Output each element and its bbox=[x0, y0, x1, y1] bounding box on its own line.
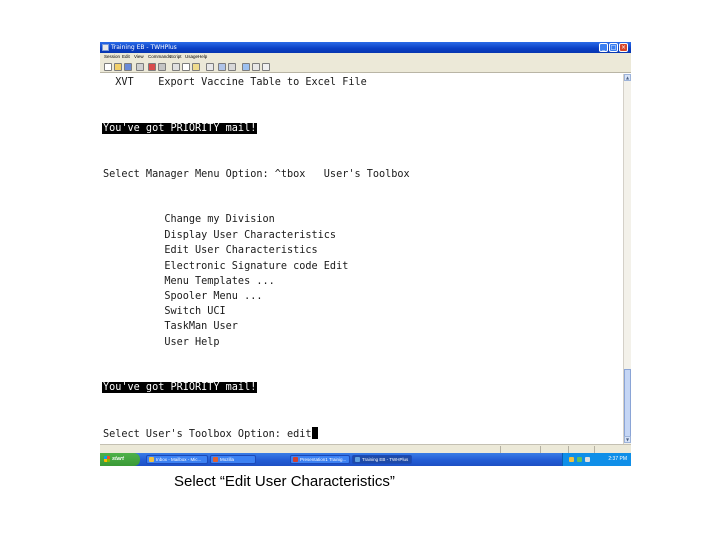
start-label: start bbox=[112, 456, 124, 462]
menu-option-electronic-signature[interactable]: Electronic Signature code Edit bbox=[103, 260, 348, 273]
menu-usage[interactable]: Usage bbox=[185, 53, 198, 61]
menu-option-taskman-user[interactable]: TaskMan User bbox=[103, 320, 238, 333]
menu-option-edit-user-characteristics[interactable]: Edit User Characteristics bbox=[103, 244, 317, 257]
settings-icon[interactable] bbox=[218, 63, 226, 71]
menu-script[interactable]: Script bbox=[170, 53, 182, 61]
security-icon[interactable] bbox=[577, 457, 582, 462]
save-icon[interactable] bbox=[124, 63, 132, 71]
mail-icon bbox=[149, 457, 154, 462]
scroll-down-arrow-icon[interactable]: ▼ bbox=[624, 436, 631, 443]
priority-mail-notice: You've got PRIORITY mail! bbox=[102, 123, 258, 134]
task-label: Training EB - TWHPlus bbox=[362, 457, 409, 462]
windows-logo-icon bbox=[104, 456, 110, 462]
window-title: Training EB - TWHPlus bbox=[111, 44, 177, 51]
menu-view[interactable]: View bbox=[134, 53, 144, 61]
toolbar bbox=[100, 61, 631, 73]
menu-option-display-user-characteristics[interactable]: Display User Characteristics bbox=[103, 229, 336, 242]
terminal-icon bbox=[355, 457, 360, 462]
status-bar bbox=[100, 444, 631, 453]
taskbar-item-terminal[interactable]: Training EB - TWHPlus bbox=[352, 455, 412, 464]
copy-icon[interactable] bbox=[182, 63, 190, 71]
paste-icon[interactable] bbox=[192, 63, 200, 71]
about-icon[interactable] bbox=[252, 63, 260, 71]
network-icon[interactable] bbox=[569, 457, 574, 462]
task-label: Mozilla bbox=[220, 457, 235, 462]
keyboard-icon[interactable] bbox=[228, 63, 236, 71]
taskbar: start Inbox - Mailbox - Mic... Mozilla P… bbox=[100, 453, 631, 466]
menu-session[interactable]: Session bbox=[104, 53, 120, 61]
terminal-line-highlight: You've got PRIORITY mail! bbox=[102, 122, 258, 135]
new-icon[interactable] bbox=[104, 63, 112, 71]
menu-edit[interactable]: Edit bbox=[122, 53, 130, 61]
context-help-icon[interactable] bbox=[262, 63, 270, 71]
menu-option-spooler-menu[interactable]: Spooler Menu ... bbox=[103, 290, 262, 303]
clock[interactable]: 2:37 PM bbox=[608, 453, 627, 466]
menu-help[interactable]: Help bbox=[198, 53, 207, 61]
command-prompt-line[interactable]: Select User's Toolbox Option: edit bbox=[103, 427, 318, 441]
status-cell bbox=[540, 446, 568, 453]
scroll-up-arrow-icon[interactable]: ▲ bbox=[624, 74, 631, 81]
find-icon[interactable] bbox=[206, 63, 214, 71]
terminal-window: Training EB - TWHPlus _ □ × Session Edit… bbox=[100, 42, 631, 466]
status-cell bbox=[594, 446, 622, 453]
help-icon[interactable] bbox=[242, 63, 250, 71]
open-icon[interactable] bbox=[114, 63, 122, 71]
menu-commands[interactable]: Commands bbox=[148, 53, 171, 61]
menu-option-change-division[interactable]: Change my Division bbox=[103, 213, 274, 226]
maximize-button[interactable]: □ bbox=[609, 43, 618, 52]
terminal-line-highlight: You've got PRIORITY mail! bbox=[102, 381, 258, 394]
powerpoint-icon bbox=[293, 457, 298, 462]
menu-option-menu-templates[interactable]: Menu Templates ... bbox=[103, 275, 274, 288]
taskbar-item-inbox[interactable]: Inbox - Mailbox - Mic... bbox=[146, 455, 208, 464]
terminal-screen[interactable]: XVT Export Vaccine Table to Excel File Y… bbox=[100, 74, 623, 453]
slide-caption: Select “Edit User Characteristics” bbox=[174, 473, 395, 490]
text-cursor bbox=[311, 427, 318, 439]
scroll-thumb[interactable] bbox=[624, 369, 631, 443]
menu-bar: Session Edit View Commands Script Usage … bbox=[100, 53, 631, 61]
cut-icon[interactable] bbox=[172, 63, 180, 71]
volume-icon[interactable] bbox=[585, 457, 590, 462]
connect-icon[interactable] bbox=[148, 63, 156, 71]
app-icon[interactable] bbox=[102, 44, 109, 51]
status-cell bbox=[568, 446, 594, 453]
system-tray: 2:37 PM bbox=[562, 453, 631, 466]
title-bar[interactable]: Training EB - TWHPlus _ □ × bbox=[100, 42, 631, 53]
command-prompt-text: Select User's Toolbox Option: edit bbox=[103, 429, 312, 440]
minimize-button[interactable]: _ bbox=[599, 43, 608, 52]
terminal-line: Select Manager Menu Option: ^tbox User's… bbox=[103, 169, 410, 180]
close-button[interactable]: × bbox=[619, 43, 628, 52]
vertical-scrollbar[interactable]: ▲ ▼ bbox=[623, 74, 631, 453]
taskbar-item-mozilla[interactable]: Mozilla bbox=[210, 455, 256, 464]
terminal-line: XVT Export Vaccine Table to Excel File bbox=[103, 77, 367, 88]
disconnect-icon[interactable] bbox=[158, 63, 166, 71]
task-label: Inbox - Mailbox - Mic... bbox=[156, 457, 202, 462]
print-icon[interactable] bbox=[136, 63, 144, 71]
menu-option-switch-uci[interactable]: Switch UCI bbox=[103, 305, 225, 318]
start-button[interactable]: start bbox=[100, 453, 140, 466]
browser-icon bbox=[213, 457, 218, 462]
menu-option-user-help[interactable]: User Help bbox=[103, 336, 219, 349]
status-cell bbox=[500, 446, 540, 453]
taskbar-item-presentation[interactable]: Presentation1 Trainig... bbox=[290, 455, 350, 464]
task-label: Presentation1 Trainig... bbox=[300, 457, 347, 462]
priority-mail-notice: You've got PRIORITY mail! bbox=[102, 382, 258, 393]
